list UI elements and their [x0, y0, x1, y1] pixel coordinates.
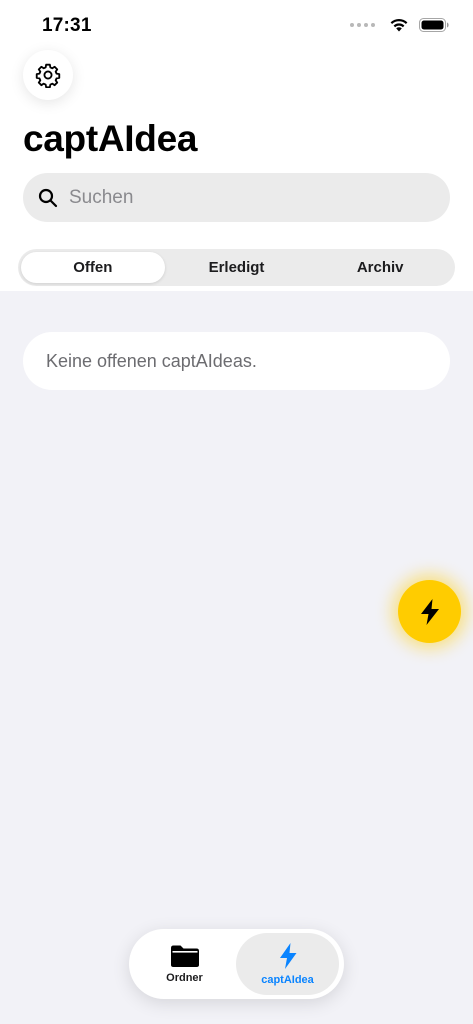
bolt-icon [279, 943, 296, 969]
segment-archiv[interactable]: Archiv [308, 252, 452, 283]
status-segmented-control: Offen Erledigt Archiv [18, 249, 455, 286]
cellular-signal-icon [350, 22, 375, 27]
status-icons [350, 17, 449, 32]
tab-label-ordner: Ordner [166, 972, 203, 984]
gear-icon [35, 63, 61, 88]
tab-bar: Ordner captAIdea [129, 929, 344, 999]
bolt-icon [420, 598, 439, 625]
segment-erledigt[interactable]: Erledigt [165, 252, 309, 283]
search-icon [38, 188, 58, 207]
status-bar: 17:31 [0, 0, 473, 50]
tab-captaidea[interactable]: captAIdea [236, 933, 339, 995]
empty-state-text: Keine offenen captAIdeas. [46, 350, 257, 371]
tab-ordner[interactable]: Ordner [133, 933, 236, 995]
new-captaidea-button[interactable] [398, 580, 461, 643]
wifi-icon [390, 18, 408, 32]
page-title: captAIdea [23, 118, 198, 159]
folder-icon [170, 945, 199, 967]
empty-state-card: Keine offenen captAIdeas. [23, 332, 450, 390]
search-input[interactable] [69, 186, 409, 209]
battery-icon [419, 17, 449, 32]
settings-button[interactable] [23, 50, 73, 100]
search-bar[interactable] [23, 173, 450, 222]
segment-offen[interactable]: Offen [21, 252, 165, 283]
status-time: 17:31 [42, 15, 92, 36]
tab-label-captaidea: captAIdea [261, 974, 314, 986]
